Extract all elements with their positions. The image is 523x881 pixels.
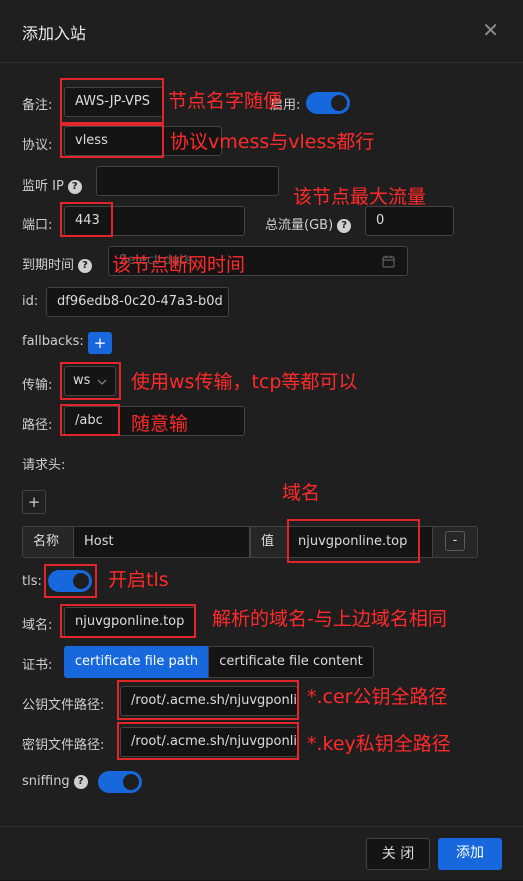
header-value-addon: 值 <box>250 526 288 558</box>
port-label: 端口: <box>22 218 53 233</box>
privkey-label: 密钥文件路径: <box>22 738 105 753</box>
cert-tab-file-path[interactable]: certificate file path <box>64 646 209 678</box>
modal-header: 添加入站 ✕ <box>0 0 523 63</box>
privkey-path-input[interactable]: /root/.acme.sh/njuvgponli <box>120 727 298 757</box>
annotation-domain-top: 域名 <box>282 482 321 504</box>
listen-ip-label-text: 监听 IP <box>22 179 64 194</box>
remark-label: 备注: <box>22 98 53 113</box>
transport-value: ws <box>73 373 91 388</box>
remark-input[interactable]: AWS-JP-VPS <box>64 87 164 117</box>
close-icon[interactable]: ✕ <box>482 18 499 42</box>
domain-label: 域名: <box>22 618 53 633</box>
modal-footer: 关 闭 添加 <box>0 826 523 881</box>
tls-label: tls: <box>22 574 42 589</box>
cert-tab-file-content[interactable]: certificate file content <box>208 646 374 678</box>
annotation-transport: 使用ws传输，tcp等都可以 <box>131 371 358 393</box>
annotation-remark: 节点名字随便 <box>168 90 283 112</box>
header-name-addon: 名称 <box>22 526 74 558</box>
total-traffic-input[interactable]: 0 <box>365 206 454 236</box>
pubkey-label: 公钥文件路径: <box>22 698 105 713</box>
path-label: 路径: <box>22 418 53 433</box>
remove-header-button[interactable]: - <box>445 531 465 551</box>
question-icon: ? <box>337 218 352 233</box>
add-inbound-modal: 添加入站 ✕ 备注: AWS-JP-VPS 启用: 协议: vless 监听 I… <box>0 0 523 880</box>
add-header-button[interactable]: + <box>22 490 46 514</box>
add-button[interactable]: 添加 <box>438 838 502 870</box>
annotation-cer: *.cer公钥全路径 <box>307 686 448 708</box>
total-traffic-label: 总流量(GB)? <box>265 214 352 233</box>
toggle-knob <box>123 774 139 790</box>
sniffing-toggle[interactable] <box>98 771 142 793</box>
transport-label: 传输: <box>22 378 53 393</box>
header-value-input[interactable]: njuvgponline.top <box>287 526 433 558</box>
header-name-value: Host <box>84 534 114 549</box>
sniffing-label: sniffing? <box>22 774 88 789</box>
port-input[interactable]: 443 <box>64 206 245 236</box>
modal-title: 添加入站 <box>22 24 87 43</box>
annotation-expiry: 该节点断网时间 <box>112 254 246 276</box>
close-button[interactable]: 关 闭 <box>366 838 430 870</box>
cert-label: 证书: <box>22 658 53 673</box>
enable-toggle[interactable] <box>306 92 350 114</box>
id-input[interactable]: df96edb8-0c20-47a3-b0d <box>46 287 229 317</box>
chevron-down-icon <box>97 379 107 385</box>
annotation-key: *.key私钥全路径 <box>307 733 451 755</box>
annotation-domain: 解析的域名-与上边域名相同 <box>212 608 447 630</box>
request-header-label: 请求头: <box>22 458 66 473</box>
question-icon: ? <box>78 258 93 273</box>
transport-select[interactable]: ws <box>64 366 116 396</box>
question-icon: ? <box>73 774 88 789</box>
question-icon: ? <box>67 179 82 194</box>
add-fallback-button[interactable]: + <box>88 332 112 354</box>
calendar-icon <box>382 255 395 268</box>
tls-toggle[interactable] <box>48 570 92 592</box>
header-remove-group: - <box>432 526 478 558</box>
sniffing-label-text: sniffing <box>22 774 70 789</box>
total-traffic-label-text: 总流量(GB) <box>265 218 334 233</box>
annotation-path: 随意输 <box>131 413 189 435</box>
annotation-traffic: 该节点最大流量 <box>293 186 427 208</box>
listen-ip-label: 监听 IP? <box>22 175 82 194</box>
expiry-label: 到期时间? <box>22 254 93 273</box>
annotation-protocol: 协议vmess与vless都行 <box>170 131 375 153</box>
toggle-knob <box>331 95 347 111</box>
header-name-input[interactable]: Host <box>73 526 250 558</box>
annotation-tls: 开启tls <box>108 569 169 591</box>
protocol-label: 协议: <box>22 138 53 153</box>
toggle-knob <box>73 573 89 589</box>
id-label: id: <box>22 294 39 309</box>
expiry-label-text: 到期时间 <box>22 258 75 273</box>
pubkey-path-input[interactable]: /root/.acme.sh/njuvgponli <box>120 686 298 716</box>
fallbacks-label: fallbacks: <box>22 334 84 349</box>
listen-ip-input[interactable] <box>96 166 279 196</box>
domain-input[interactable]: njuvgponline.top <box>64 607 196 637</box>
